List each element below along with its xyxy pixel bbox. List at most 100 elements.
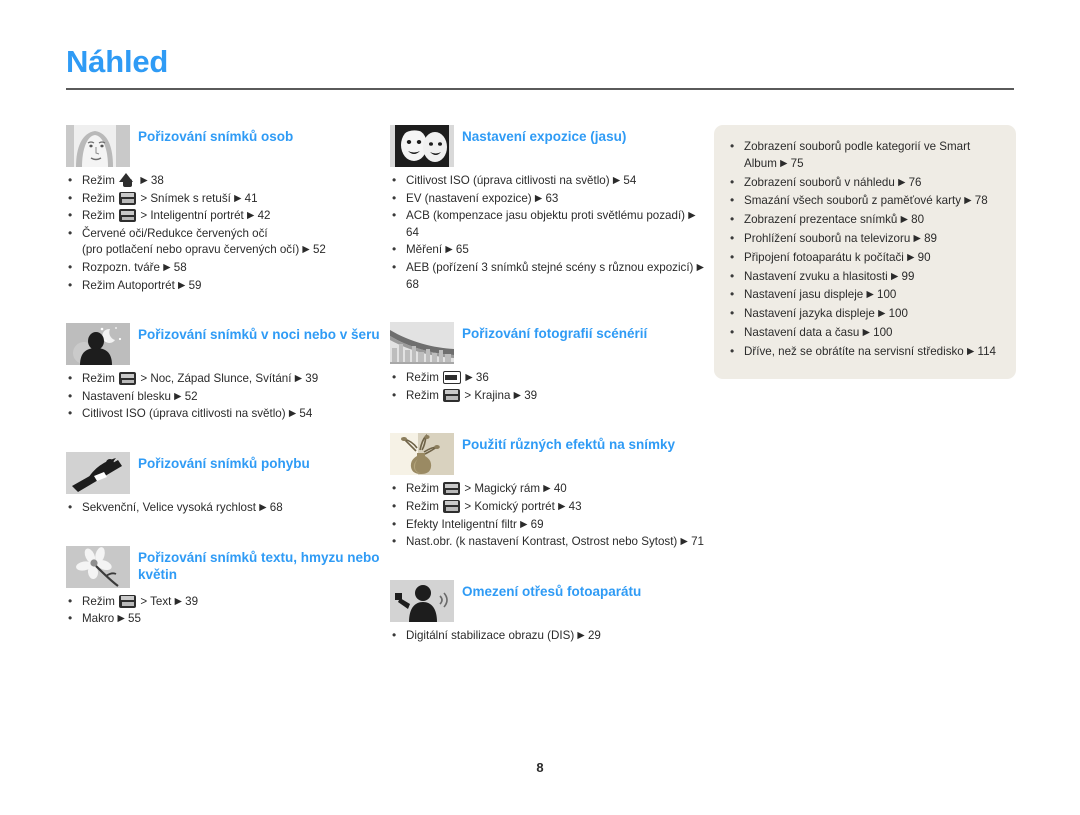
page-ref-arrow-icon: ▶ <box>900 214 908 226</box>
playback-settings-panel: Zobrazení souborů podle kategorií ve Sma… <box>714 125 1016 379</box>
section-item-list: Režim ▶ 36Režim > Krajina ▶ 39 <box>390 369 708 404</box>
page-ref-arrow-icon: ▶ <box>178 279 186 291</box>
item-label: Režim <box>406 371 439 385</box>
list-item: Dříve, než se obrátíte na servisní střed… <box>728 343 1000 361</box>
scene-mode-icon <box>119 209 137 223</box>
page-ref-arrow-icon: ▶ <box>577 629 585 641</box>
woman-portrait-thumb <box>66 125 130 167</box>
item-label: Režim <box>406 482 439 496</box>
page-ref-arrow-icon: ▶ <box>866 289 874 301</box>
page-ref-number: 100 <box>888 307 908 321</box>
page-ref-number: 76 <box>908 175 922 189</box>
list-item: Režim > Magický rám ▶ 40 <box>390 480 708 498</box>
section-title: Pořizování snímků osob <box>138 129 294 144</box>
scene-mode-icon <box>443 499 461 513</box>
item-label: EV (nastavení expozice) <box>406 191 532 205</box>
list-item: Režim > Komický portrét ▶ 43 <box>390 498 708 516</box>
item-sublabel: > Krajina <box>464 388 511 402</box>
page-ref-arrow-icon: ▶ <box>688 210 696 222</box>
page-ref-arrow-icon: ▶ <box>247 210 255 222</box>
page-ref-number: 54 <box>623 174 637 187</box>
item-sublabel: > Magický rám <box>464 482 541 496</box>
shaking-person-thumb <box>390 579 454 622</box>
list-item: Zobrazení souborů v náhledu ▶ 76 <box>728 174 1000 192</box>
page-ref-number: 71 <box>691 535 704 549</box>
item-label: Zobrazení souborů podle kategorií ve Sma… <box>744 140 971 170</box>
page-ref-arrow-icon: ▶ <box>445 244 453 256</box>
section-item-list: Režim > Magický rám ▶ 40Režim > Komický … <box>390 480 708 550</box>
list-item: Nastavení jazyka displeje ▶ 100 <box>728 305 1000 323</box>
page-ref-number: 43 <box>568 499 582 513</box>
item-label: Citlivost ISO (úprava citlivosti na svět… <box>406 174 610 187</box>
section-header: Pořizování snímků textu, hmyzu nebo květ… <box>66 545 386 588</box>
bridge-cityscape-thumb <box>390 322 454 365</box>
item-label: Efekty Inteligentní filtr <box>406 517 517 531</box>
list-item: Nastavení blesku ▶ 52 <box>66 388 386 406</box>
item-label: Režim <box>82 372 115 386</box>
page-title: Náhled <box>66 44 169 79</box>
list-item: Efekty Inteligentní filtr ▶ 69 <box>390 516 708 534</box>
flower-thumb <box>66 545 130 588</box>
scene-mode-icon <box>119 372 137 386</box>
page-ref-arrow-icon: ▶ <box>612 175 621 186</box>
section-item-list: Režim > Text ▶ 39Makro ▶ 55 <box>66 593 386 628</box>
list-item: ACB (kompenzace jasu objektu proti světl… <box>390 207 708 241</box>
section-shake: Omezení otřesů fotoaparátu Digitální stab… <box>390 579 708 674</box>
page-ref-arrow-icon: ▶ <box>878 308 886 320</box>
list-item: Prohlížení souborů na televizoru ▶ 89 <box>728 230 1000 248</box>
item-label: Nastavení jasu displeje <box>744 288 864 302</box>
section-title: Pořizování snímků pohybu <box>138 455 310 471</box>
two-faces-thumb <box>390 125 454 167</box>
list-item: Měření ▶ 65 <box>390 241 708 259</box>
list-item: Smazání všech souborů z paměťové karty ▶… <box>728 192 1000 210</box>
item-label: Citlivost ISO (úprava citlivosti na svět… <box>82 407 286 421</box>
item-label: Makro <box>82 612 115 626</box>
page-ref-number: 55 <box>128 612 141 626</box>
list-item: Zobrazení prezentace snímků ▶ 80 <box>728 211 1000 229</box>
scene-mode-icon <box>119 191 137 205</box>
page-ref-arrow-icon: ▶ <box>302 244 310 256</box>
page-ref-number: 39 <box>185 594 199 608</box>
page-ref-number: 58 <box>173 260 187 274</box>
page-ref-arrow-icon: ▶ <box>234 192 242 204</box>
page-ref-number: 114 <box>977 344 996 358</box>
list-item: Citlivost ISO (úprava citlivosti na svět… <box>66 405 386 423</box>
page-ref-arrow-icon: ▶ <box>862 326 870 338</box>
item-label: Režim <box>82 191 115 205</box>
page-ref-arrow-icon: ▶ <box>288 408 297 420</box>
section-effects: Použití různých efektů na snímky Režim > … <box>390 433 708 579</box>
page-ref-number: 65 <box>455 243 469 257</box>
page-ref-number: 68 <box>406 277 419 291</box>
scene-mode-icon <box>443 482 461 496</box>
item-label: Nastavení data a času <box>744 325 860 339</box>
item-label: Režim <box>82 174 115 187</box>
page-ref-arrow-icon: ▶ <box>513 389 521 401</box>
page-ref-number: 52 <box>312 243 326 257</box>
section-title: Pořizování snímků v noci nebo v šeru <box>138 327 380 343</box>
list-item: Zobrazení souborů podle kategorií ve Sma… <box>728 138 1000 173</box>
title-divider <box>66 88 1014 90</box>
section-title: Pořizování snímků textu, hmyzu nebo květ… <box>138 549 380 582</box>
page-ref-arrow-icon: ▶ <box>174 595 182 607</box>
section-portraits: Pořizování snímků osobRežim ▶ 38Režim > … <box>66 125 386 323</box>
list-item: Režim > Noc, Západ Slunce, Svítání ▶ 39 <box>66 370 386 388</box>
auto-mode-icon <box>443 371 462 385</box>
page-ref-number: 63 <box>545 191 559 205</box>
section-header: Pořizování snímků osob <box>66 125 386 167</box>
item-label: Smazání všech souborů z paměťové karty <box>744 194 962 208</box>
panel-item-list: Zobrazení souborů podle kategorií ve Sma… <box>728 138 1000 361</box>
item-label: Režim <box>82 209 115 223</box>
item-label: Připojení fotoaparátu k počítači <box>744 250 904 264</box>
page-ref-number: 100 <box>877 288 897 302</box>
page-ref-arrow-icon: ▶ <box>294 373 303 385</box>
page-ref-number: 59 <box>188 278 202 292</box>
item-label: Režim <box>406 499 439 513</box>
page-number: 8 <box>536 760 544 775</box>
item-sublabel: > Komický portrét <box>464 499 555 513</box>
section-motion: Pořizování snímků pohybu Sekvenční, Velic… <box>66 451 386 546</box>
